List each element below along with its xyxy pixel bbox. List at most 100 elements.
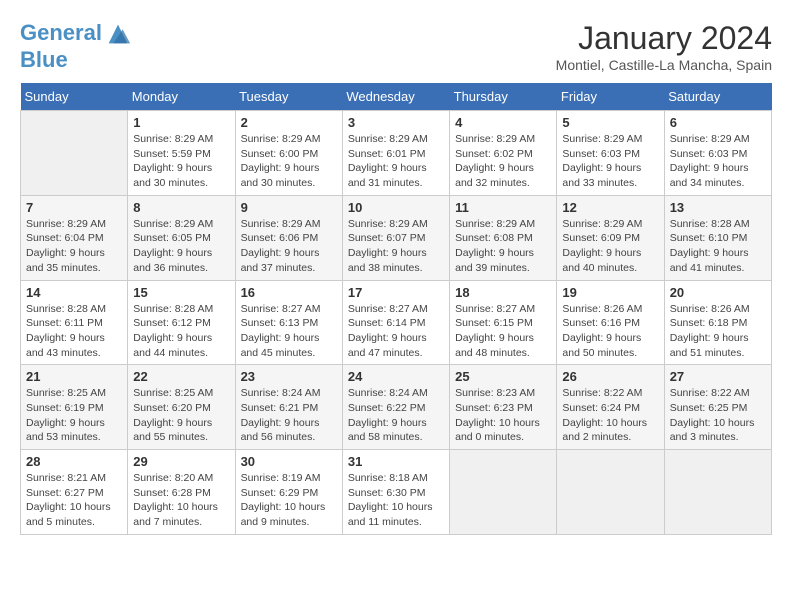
logo-text2: Blue (20, 48, 132, 72)
calendar-cell: 28Sunrise: 8:21 AMSunset: 6:27 PMDayligh… (21, 450, 128, 535)
day-number: 7 (26, 200, 122, 215)
calendar-cell: 16 Sunrise: 8:27 AMSunset: 6:13 PMDayligh… (235, 280, 342, 365)
calendar-week-row: 28Sunrise: 8:21 AMSunset: 6:27 PMDayligh… (21, 450, 772, 535)
calendar-cell: 21Sunrise: 8:25 AMSunset: 6:19 PMDayligh… (21, 365, 128, 450)
day-number: 25 (455, 369, 551, 384)
title-block: January 2024 Montiel, Castille-La Mancha… (556, 20, 772, 73)
day-number: 29 (133, 454, 229, 469)
cell-content: Sunrise: 8:29 AMSunset: 6:05 PMDaylight:… (133, 217, 229, 276)
calendar-cell (664, 450, 771, 535)
day-number: 13 (670, 200, 766, 215)
cell-content: Sunrise: 8:25 AMSunset: 6:19 PMDaylight:… (26, 386, 122, 445)
day-number: 1 (133, 115, 229, 130)
calendar-cell: 4 Sunrise: 8:29 AMSunset: 6:02 PMDaylight… (450, 111, 557, 196)
location: Montiel, Castille-La Mancha, Spain (556, 57, 772, 73)
calendar-cell: 17 Sunrise: 8:27 AMSunset: 6:14 PMDayligh… (342, 280, 449, 365)
day-number: 16 (241, 285, 337, 300)
day-header-sunday: Sunday (21, 83, 128, 111)
cell-content: Sunrise: 8:26 AMSunset: 6:16 PMDaylight:… (562, 302, 658, 361)
calendar-cell: 26 Sunrise: 8:22 AMSunset: 6:24 PMDayligh… (557, 365, 664, 450)
day-number: 17 (348, 285, 444, 300)
day-number: 28 (26, 454, 122, 469)
calendar-cell: 15Sunrise: 8:28 AMSunset: 6:12 PMDayligh… (128, 280, 235, 365)
calendar-cell: 19 Sunrise: 8:26 AMSunset: 6:16 PMDayligh… (557, 280, 664, 365)
calendar-cell: 23 Sunrise: 8:24 AMSunset: 6:21 PMDayligh… (235, 365, 342, 450)
cell-content: Sunrise: 8:29 AMSunset: 5:59 PMDaylight:… (133, 132, 229, 191)
calendar-cell: 5 Sunrise: 8:29 AMSunset: 6:03 PMDaylight… (557, 111, 664, 196)
cell-content: Sunrise: 8:29 AMSunset: 6:02 PMDaylight:… (455, 132, 551, 191)
cell-content: Sunrise: 8:29 AMSunset: 6:08 PMDaylight:… (455, 217, 551, 276)
day-number: 5 (562, 115, 658, 130)
calendar-cell (450, 450, 557, 535)
cell-content: Sunrise: 8:29 AMSunset: 6:00 PMDaylight:… (241, 132, 337, 191)
calendar-cell: 12Sunrise: 8:29 AMSunset: 6:09 PMDayligh… (557, 195, 664, 280)
calendar-cell: 24 Sunrise: 8:24 AMSunset: 6:22 PMDayligh… (342, 365, 449, 450)
calendar-cell: 13 Sunrise: 8:28 AMSunset: 6:10 PMDayligh… (664, 195, 771, 280)
cell-content: Sunrise: 8:29 AMSunset: 6:09 PMDaylight:… (562, 217, 658, 276)
cell-content: Sunrise: 8:29 AMSunset: 6:01 PMDaylight:… (348, 132, 444, 191)
calendar-cell: 7 Sunrise: 8:29 AMSunset: 6:04 PMDaylight… (21, 195, 128, 280)
calendar-cell: 2 Sunrise: 8:29 AMSunset: 6:00 PMDaylight… (235, 111, 342, 196)
day-number: 26 (562, 369, 658, 384)
calendar-cell: 10Sunrise: 8:29 AMSunset: 6:07 PMDayligh… (342, 195, 449, 280)
calendar-cell: 14Sunrise: 8:28 AMSunset: 6:11 PMDayligh… (21, 280, 128, 365)
cell-content: Sunrise: 8:23 AMSunset: 6:23 PMDaylight:… (455, 386, 551, 445)
calendar-cell (557, 450, 664, 535)
cell-content: Sunrise: 8:19 AMSunset: 6:29 PMDaylight:… (241, 471, 337, 530)
page-header: General Blue January 2024 Montiel, Casti… (20, 20, 772, 73)
day-number: 3 (348, 115, 444, 130)
day-header-saturday: Saturday (664, 83, 771, 111)
calendar-cell: 6Sunrise: 8:29 AMSunset: 6:03 PMDaylight… (664, 111, 771, 196)
calendar-header-row: SundayMondayTuesdayWednesdayThursdayFrid… (21, 83, 772, 111)
day-number: 22 (133, 369, 229, 384)
day-header-monday: Monday (128, 83, 235, 111)
cell-content: Sunrise: 8:25 AMSunset: 6:20 PMDaylight:… (133, 386, 229, 445)
day-number: 27 (670, 369, 766, 384)
day-number: 18 (455, 285, 551, 300)
calendar-cell: 3 Sunrise: 8:29 AMSunset: 6:01 PMDaylight… (342, 111, 449, 196)
day-number: 19 (562, 285, 658, 300)
calendar-cell: 20 Sunrise: 8:26 AMSunset: 6:18 PMDayligh… (664, 280, 771, 365)
cell-content: Sunrise: 8:22 AMSunset: 6:25 PMDaylight:… (670, 386, 766, 445)
cell-content: Sunrise: 8:18 AMSunset: 6:30 PMDaylight:… (348, 471, 444, 530)
day-number: 9 (241, 200, 337, 215)
cell-content: Sunrise: 8:24 AMSunset: 6:22 PMDaylight:… (348, 386, 444, 445)
cell-content: Sunrise: 8:27 AMSunset: 6:15 PMDaylight:… (455, 302, 551, 361)
cell-content: Sunrise: 8:27 AMSunset: 6:13 PMDaylight:… (241, 302, 337, 361)
calendar-cell (21, 111, 128, 196)
calendar-cell: 25 Sunrise: 8:23 AMSunset: 6:23 PMDayligh… (450, 365, 557, 450)
day-number: 2 (241, 115, 337, 130)
cell-content: Sunrise: 8:27 AMSunset: 6:14 PMDaylight:… (348, 302, 444, 361)
calendar-cell: 29 Sunrise: 8:20 AMSunset: 6:28 PMDayligh… (128, 450, 235, 535)
day-number: 11 (455, 200, 551, 215)
day-number: 31 (348, 454, 444, 469)
calendar-cell: 18 Sunrise: 8:27 AMSunset: 6:15 PMDayligh… (450, 280, 557, 365)
calendar-cell: 22 Sunrise: 8:25 AMSunset: 6:20 PMDayligh… (128, 365, 235, 450)
calendar-week-row: 1 Sunrise: 8:29 AMSunset: 5:59 PMDaylight… (21, 111, 772, 196)
calendar-week-row: 21Sunrise: 8:25 AMSunset: 6:19 PMDayligh… (21, 365, 772, 450)
cell-content: Sunrise: 8:29 AMSunset: 6:06 PMDaylight:… (241, 217, 337, 276)
calendar-cell: 30Sunrise: 8:19 AMSunset: 6:29 PMDayligh… (235, 450, 342, 535)
day-header-tuesday: Tuesday (235, 83, 342, 111)
day-number: 24 (348, 369, 444, 384)
cell-content: Sunrise: 8:29 AMSunset: 6:03 PMDaylight:… (670, 132, 766, 191)
cell-content: Sunrise: 8:20 AMSunset: 6:28 PMDaylight:… (133, 471, 229, 530)
day-header-wednesday: Wednesday (342, 83, 449, 111)
cell-content: Sunrise: 8:22 AMSunset: 6:24 PMDaylight:… (562, 386, 658, 445)
cell-content: Sunrise: 8:24 AMSunset: 6:21 PMDaylight:… (241, 386, 337, 445)
day-number: 8 (133, 200, 229, 215)
calendar-cell: 31 Sunrise: 8:18 AMSunset: 6:30 PMDayligh… (342, 450, 449, 535)
calendar-week-row: 7 Sunrise: 8:29 AMSunset: 6:04 PMDaylight… (21, 195, 772, 280)
cell-content: Sunrise: 8:29 AMSunset: 6:03 PMDaylight:… (562, 132, 658, 191)
day-header-thursday: Thursday (450, 83, 557, 111)
day-number: 20 (670, 285, 766, 300)
calendar-cell: 8 Sunrise: 8:29 AMSunset: 6:05 PMDaylight… (128, 195, 235, 280)
cell-content: Sunrise: 8:26 AMSunset: 6:18 PMDaylight:… (670, 302, 766, 361)
day-number: 23 (241, 369, 337, 384)
month-title: January 2024 (556, 20, 772, 57)
cell-content: Sunrise: 8:28 AMSunset: 6:11 PMDaylight:… (26, 302, 122, 361)
day-number: 4 (455, 115, 551, 130)
cell-content: Sunrise: 8:29 AMSunset: 6:04 PMDaylight:… (26, 217, 122, 276)
cell-content: Sunrise: 8:28 AMSunset: 6:10 PMDaylight:… (670, 217, 766, 276)
logo-text: General (20, 20, 132, 48)
